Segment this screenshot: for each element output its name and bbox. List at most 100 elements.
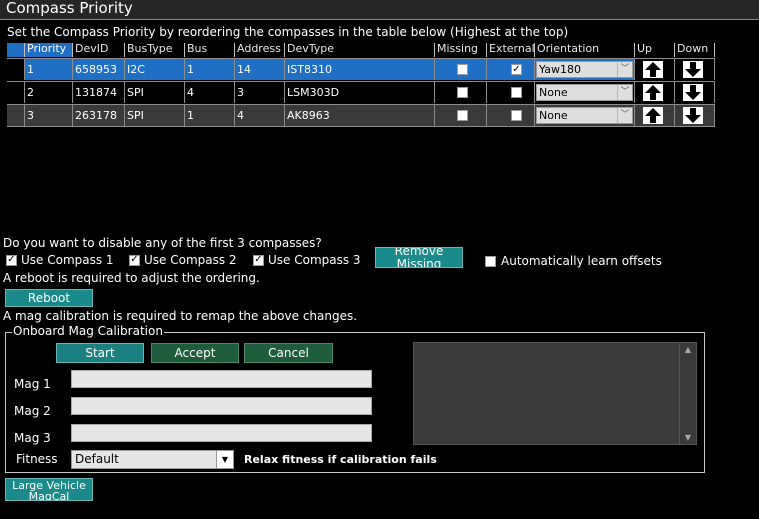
- move-up-button[interactable]: [643, 107, 663, 124]
- orientation-dropdown[interactable]: None ﹀: [536, 84, 633, 101]
- missing-checkbox[interactable]: [457, 64, 468, 75]
- orientation-dropdown[interactable]: Yaw180 ﹀: [536, 61, 633, 78]
- bus-cell[interactable]: 4: [185, 82, 235, 103]
- missing-cell: [435, 105, 487, 126]
- reboot-note: A reboot is required to adjust the order…: [3, 271, 260, 285]
- start-button[interactable]: Start: [56, 343, 144, 363]
- col-header-bus[interactable]: Bus: [185, 43, 235, 57]
- use-compass-2-checkbox[interactable]: ✓: [129, 254, 140, 266]
- use-compass-2[interactable]: ✓ Use Compass 2: [129, 253, 237, 267]
- address-cell[interactable]: 4: [235, 105, 285, 126]
- use-compass-1-label: Use Compass 1: [21, 253, 114, 267]
- table-row[interactable]: 2 131874 SPI 4 3 LSM303D None ﹀: [7, 81, 715, 103]
- remove-missing-label: Remove Missing: [394, 247, 444, 268]
- move-up-button[interactable]: [643, 61, 663, 78]
- accept-button[interactable]: Accept: [151, 343, 239, 363]
- fitness-label: Fitness: [16, 452, 58, 466]
- bustype-cell[interactable]: SPI: [125, 105, 185, 126]
- devtype-cell[interactable]: AK8963: [285, 105, 435, 126]
- dropdown-arrow-icon: ▼: [216, 451, 233, 468]
- fitness-value: Default: [75, 452, 119, 466]
- address-cell[interactable]: 14: [235, 59, 285, 80]
- missing-checkbox[interactable]: [457, 87, 468, 98]
- use-compass-3-checkbox[interactable]: ✓: [253, 254, 264, 266]
- down-cell: [675, 82, 715, 103]
- compass-table: Priority DevID BusType Bus Address DevTy…: [7, 43, 715, 128]
- priority-cell[interactable]: 2: [25, 82, 73, 103]
- orientation-dropdown[interactable]: None ﹀: [536, 107, 633, 124]
- external-checkbox[interactable]: [511, 110, 522, 121]
- arrow-up-icon: [645, 85, 661, 100]
- devtype-cell[interactable]: LSM303D: [285, 82, 435, 103]
- arrow-down-icon: [685, 62, 701, 77]
- arrow-down-icon: [685, 108, 701, 123]
- devid-cell[interactable]: 658953: [73, 59, 125, 80]
- bustype-cell[interactable]: I2C: [125, 59, 185, 80]
- missing-cell: [435, 82, 487, 103]
- bus-cell[interactable]: 1: [185, 59, 235, 80]
- col-header-external[interactable]: External: [487, 43, 535, 57]
- col-header-bustype[interactable]: BusType: [125, 43, 185, 57]
- external-checkbox[interactable]: ✓: [511, 64, 522, 75]
- use-compass-3[interactable]: ✓ Use Compass 3: [253, 253, 361, 267]
- scroll-down-icon[interactable]: ▼: [680, 433, 696, 442]
- use-compass-1-checkbox[interactable]: ✓: [6, 254, 17, 266]
- move-up-button[interactable]: [643, 84, 663, 101]
- fitness-dropdown[interactable]: Default ▼: [71, 450, 234, 469]
- row-header[interactable]: [7, 59, 25, 80]
- bus-cell[interactable]: 1: [185, 105, 235, 126]
- cancel-button[interactable]: Cancel: [244, 343, 333, 363]
- mag-2-label: Mag 2: [14, 404, 51, 418]
- use-compass-2-label: Use Compass 2: [144, 253, 237, 267]
- devid-cell[interactable]: 263178: [73, 105, 125, 126]
- auto-learn-checkbox[interactable]: [485, 255, 496, 267]
- priority-cell[interactable]: 3: [25, 105, 73, 126]
- down-cell: [675, 105, 715, 126]
- table-row[interactable]: 1 658953 I2C 1 14 IST8310 ✓ Yaw180 ﹀: [7, 58, 715, 80]
- col-header-orientation[interactable]: Orientation: [535, 43, 635, 57]
- arrow-up-icon: [645, 108, 661, 123]
- external-cell: [487, 82, 535, 103]
- external-checkbox[interactable]: [511, 87, 522, 98]
- mag-3-label: Mag 3: [14, 431, 51, 445]
- devtype-cell[interactable]: IST8310: [285, 59, 435, 80]
- down-cell: [675, 59, 715, 80]
- page-title: Compass Priority: [0, 0, 759, 20]
- col-header-address[interactable]: Address: [235, 43, 285, 57]
- use-compass-1[interactable]: ✓ Use Compass 1: [6, 253, 114, 267]
- move-down-button[interactable]: [683, 84, 703, 101]
- col-header-up[interactable]: Up: [635, 43, 675, 57]
- external-cell: ✓: [487, 59, 535, 80]
- mag-calibration-title: Onboard Mag Calibration: [12, 324, 164, 338]
- large-vehicle-magcal-button[interactable]: Large Vehicle MagCal: [5, 478, 93, 501]
- missing-checkbox[interactable]: [457, 110, 468, 121]
- external-cell: [487, 105, 535, 126]
- up-cell: [635, 105, 675, 126]
- reboot-button[interactable]: Reboot: [5, 289, 93, 307]
- calibration-log[interactable]: ▲ ▼: [413, 342, 697, 445]
- col-header-devtype[interactable]: DevType: [285, 43, 435, 57]
- bustype-cell[interactable]: SPI: [125, 82, 185, 103]
- disable-question: Do you want to disable any of the first …: [3, 236, 322, 250]
- col-header-priority[interactable]: Priority: [25, 43, 73, 57]
- col-header-missing[interactable]: Missing: [435, 43, 487, 57]
- move-down-button[interactable]: [683, 107, 703, 124]
- priority-cell[interactable]: 1: [25, 59, 73, 80]
- remove-missing-button[interactable]: Remove Missing: [375, 247, 463, 268]
- auto-learn-offsets[interactable]: Automatically learn offsets: [485, 254, 662, 268]
- orientation-cell: None ﹀: [535, 82, 635, 103]
- address-cell[interactable]: 3: [235, 82, 285, 103]
- devid-cell[interactable]: 131874: [73, 82, 125, 103]
- log-scrollbar[interactable]: ▲ ▼: [679, 343, 696, 444]
- orientation-cell: None ﹀: [535, 105, 635, 126]
- orientation-cell: Yaw180 ﹀: [535, 59, 635, 80]
- row-header[interactable]: [7, 82, 25, 103]
- table-row[interactable]: 3 263178 SPI 1 4 AK8963 None ﹀: [7, 104, 715, 127]
- header-corner: [7, 43, 25, 57]
- scroll-up-icon[interactable]: ▲: [680, 345, 696, 354]
- move-down-button[interactable]: [683, 61, 703, 78]
- col-header-down[interactable]: Down: [675, 43, 715, 57]
- row-header[interactable]: [7, 105, 25, 126]
- col-header-devid[interactable]: DevID: [73, 43, 125, 57]
- use-compass-3-label: Use Compass 3: [268, 253, 361, 267]
